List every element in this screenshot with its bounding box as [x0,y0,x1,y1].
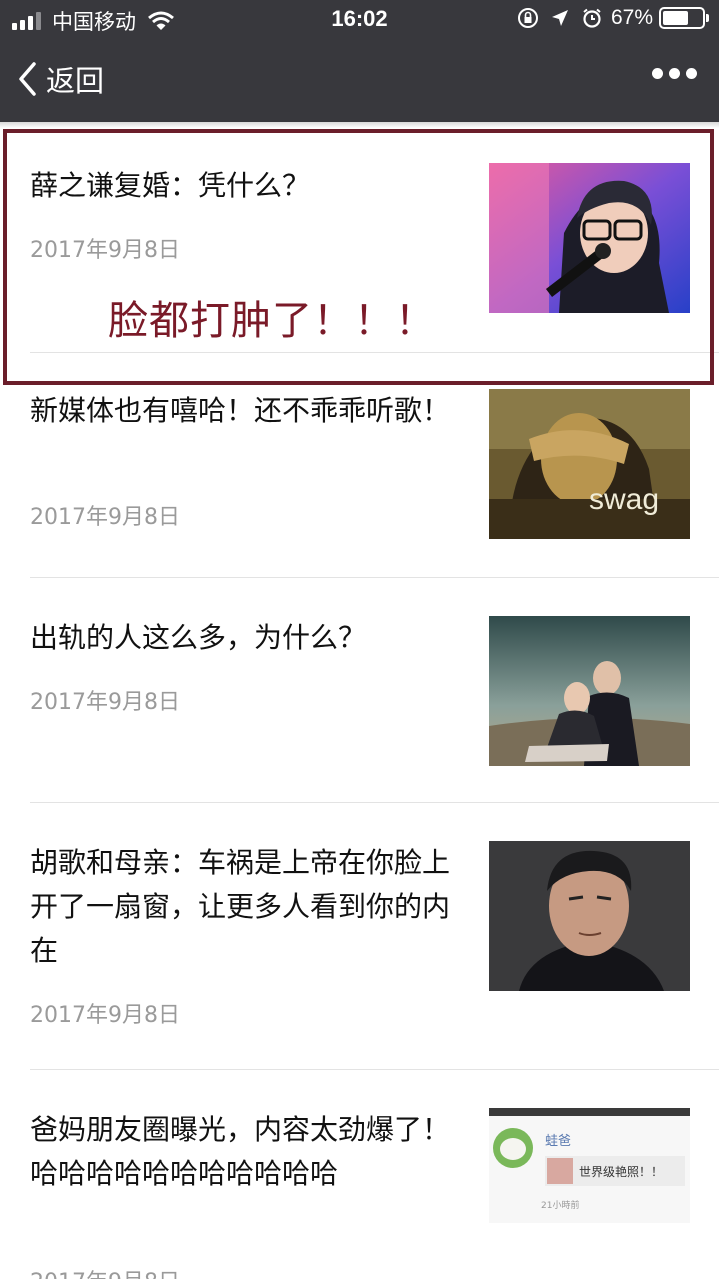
battery-percent: 67% [610,6,653,29]
nav-shadow [0,122,719,128]
article-title: 新媒体也有嘻哈！还不乖乖听歌！ [30,394,451,427]
article-thumbnail [489,616,690,766]
nav-bar: 返回 [0,40,719,122]
moments-time: 21小時前 [541,1201,580,1211]
back-button[interactable]: 返回 [16,58,104,100]
battery-fill [663,11,689,25]
article-date: 2017年9月8日 [30,1264,180,1279]
swag-text: swag [589,483,659,516]
couple-image [489,616,690,766]
article-date: 2017年9月8日 [30,505,180,530]
article-date: 2017年9月8日 [30,1003,180,1028]
frog-avatar-icon [493,1128,533,1168]
moments-post: 世界级艳照！！ [545,1156,685,1186]
moments-post-text: 世界级艳照！！ [579,1165,664,1179]
article-thumbnail: 蛙爸 世界级艳照！！ 21小時前 [489,1108,690,1223]
article-thumbnail: swag [489,389,690,539]
alarm-icon [583,8,601,28]
handwritten-annotation: 脸都打肿了！！！ [108,298,436,344]
location-arrow-icon [551,10,568,26]
status-right: 67% [507,6,709,30]
article-title: 胡歌和母亲：车祸是上帝在你脸上开了一扇窗，让更多人看到你的内在 [30,846,451,967]
article-title: 出轨的人这么多，为什么？ [30,621,367,654]
chevron-left-icon [19,62,36,96]
article-date: 2017年9月8日 [30,690,180,715]
article-item[interactable]: 出轨的人这么多，为什么？ 2017年9月8日 [0,578,719,802]
highlight-box [3,129,714,385]
article-item[interactable]: 胡歌和母亲：车祸是上帝在你脸上开了一扇窗，让更多人看到你的内在 2017年9月8… [0,803,719,1069]
rotation-lock-icon [517,8,538,28]
moments-username: 蛙爸 [545,1134,572,1149]
battery-icon [659,7,709,29]
man-portrait-image [489,841,690,991]
article-thumbnail [489,841,690,991]
status-bar: 中国移动 16:02 67% [0,0,719,40]
article-title: 爸妈朋友圈曝光，内容太劲爆了！哈哈哈哈哈哈哈哈哈哈哈 [30,1113,451,1190]
mona-lisa-image: swag [489,389,690,539]
article-item[interactable]: 新媒体也有嘻哈！还不乖乖听歌！ 2017年9月8日 swag [0,353,719,577]
more-dots-icon[interactable] [646,68,697,79]
back-label: 返回 [46,64,105,98]
article-item[interactable]: 爸妈朋友圈曝光，内容太劲爆了！哈哈哈哈哈哈哈哈哈哈哈 2017年9月8日 蛙爸 … [0,1070,719,1279]
